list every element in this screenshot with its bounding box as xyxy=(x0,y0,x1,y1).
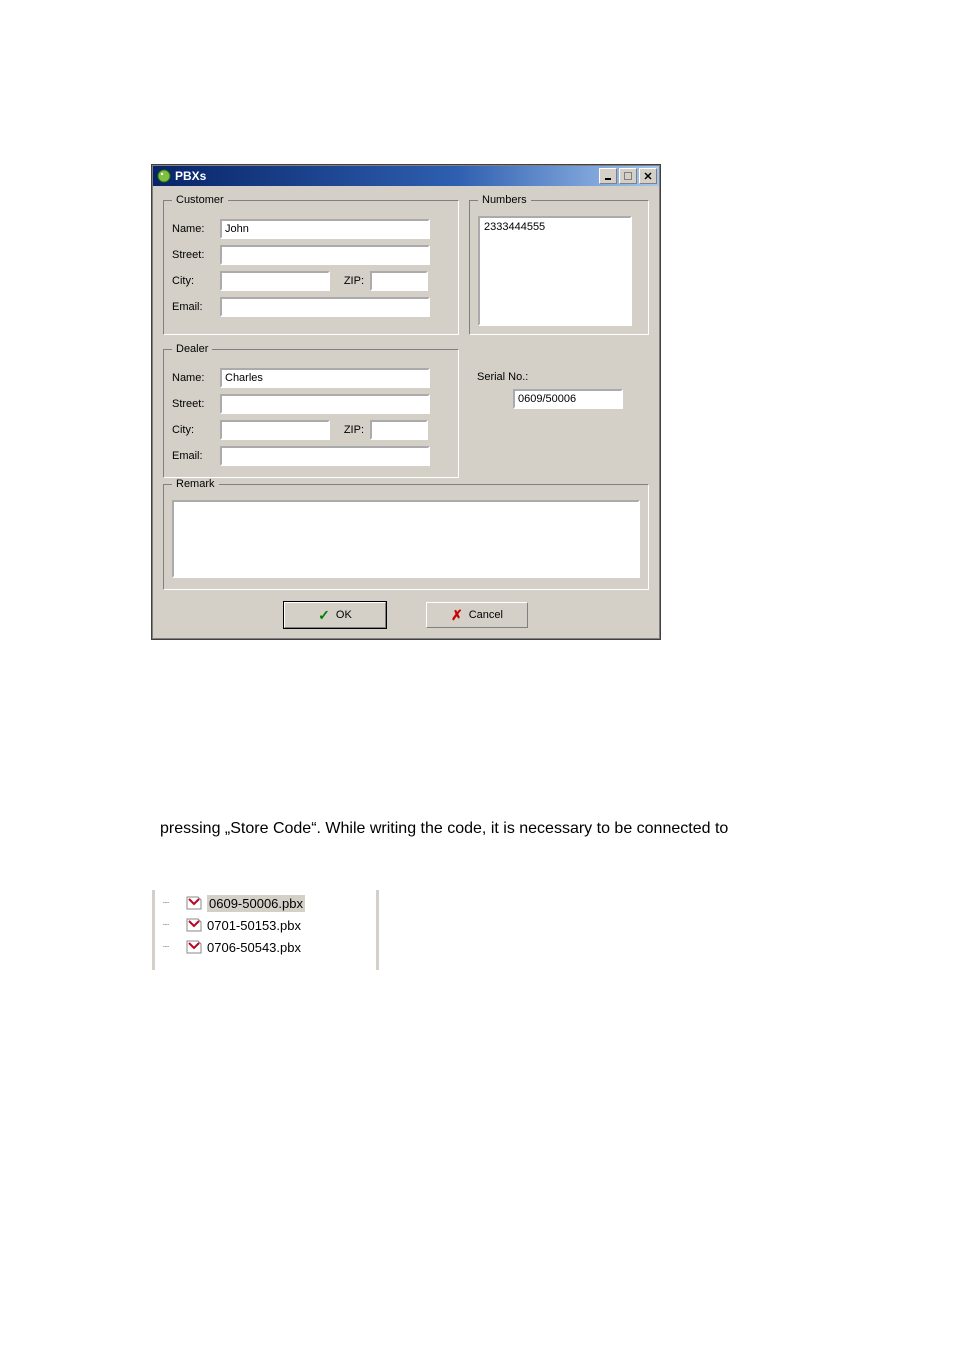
x-icon: ✗ xyxy=(451,607,463,624)
window-controls xyxy=(599,168,657,184)
customer-email-label: Email: xyxy=(172,301,214,313)
ok-button-label: OK xyxy=(336,609,352,621)
dealer-zip-input[interactable] xyxy=(370,420,428,440)
tree-item-label: 0609-50006.pbx xyxy=(207,895,305,912)
dealer-street-input[interactable] xyxy=(220,394,430,414)
page-body-text: pressing „Store Code“. While writing the… xyxy=(160,820,840,838)
pbx-file-icon xyxy=(185,895,203,911)
tree-item[interactable]: ┈ 0609-50006.pbx xyxy=(155,892,376,914)
customer-legend: Customer xyxy=(172,194,228,206)
serial-input[interactable] xyxy=(513,389,623,409)
serial-area: Serial No.: xyxy=(469,343,649,478)
pbx-file-icon xyxy=(185,917,203,933)
check-icon: ✓ xyxy=(318,607,330,624)
title-bar: PBXs xyxy=(153,166,659,186)
customer-name-label: Name: xyxy=(172,223,214,235)
tree-item-label: 0701-50153.pbx xyxy=(207,918,301,933)
tree-connector-icon: ┈ xyxy=(163,942,185,953)
customer-street-input[interactable] xyxy=(220,245,430,265)
dealer-zip-label: ZIP: xyxy=(336,424,364,436)
minimize-button[interactable] xyxy=(599,168,617,184)
serial-label: Serial No.: xyxy=(477,371,643,383)
maximize-button[interactable] xyxy=(619,168,637,184)
window-title: PBXs xyxy=(175,169,599,183)
cancel-button-label: Cancel xyxy=(469,609,503,621)
dealer-email-label: Email: xyxy=(172,450,214,462)
tree-connector-icon: ┈ xyxy=(163,920,185,931)
pbx-file-icon xyxy=(185,939,203,955)
numbers-list[interactable]: 2333444555 xyxy=(478,216,632,326)
tree-item-label: 0706-50543.pbx xyxy=(207,940,301,955)
tree-item[interactable]: ┈ 0701-50153.pbx xyxy=(155,914,376,936)
dealer-group: Dealer Name: Street: City: ZIP: xyxy=(163,343,459,478)
dealer-city-label: City: xyxy=(172,424,214,436)
pbxs-dialog: PBXs Customer Name: xyxy=(152,165,660,639)
dealer-street-label: Street: xyxy=(172,398,214,410)
remark-legend: Remark xyxy=(172,478,219,490)
remark-group: Remark xyxy=(163,478,649,590)
customer-email-input[interactable] xyxy=(220,297,430,317)
remark-textarea[interactable] xyxy=(172,500,640,578)
customer-city-label: City: xyxy=(172,275,214,287)
numbers-item[interactable]: 2333444555 xyxy=(482,220,628,234)
customer-name-input[interactable] xyxy=(220,219,430,239)
app-icon xyxy=(157,169,171,183)
dealer-email-input[interactable] xyxy=(220,446,430,466)
close-button[interactable] xyxy=(639,168,657,184)
dealer-city-input[interactable] xyxy=(220,420,330,440)
cancel-button[interactable]: ✗ Cancel xyxy=(426,602,528,628)
customer-zip-input[interactable] xyxy=(370,271,428,291)
dialog-button-row: ✓ OK ✗ Cancel xyxy=(163,602,649,628)
numbers-legend: Numbers xyxy=(478,194,531,206)
tree-snippet: ┈ 0609-50006.pbx ┈ 0701-50153.pbx ┈ xyxy=(152,890,379,970)
dealer-name-label: Name: xyxy=(172,372,214,384)
tree-connector-icon: ┈ xyxy=(163,898,185,909)
customer-city-input[interactable] xyxy=(220,271,330,291)
ok-button[interactable]: ✓ OK xyxy=(284,602,386,628)
dealer-legend: Dealer xyxy=(172,343,212,355)
numbers-group: Numbers 2333444555 xyxy=(469,194,649,335)
customer-zip-label: ZIP: xyxy=(336,275,364,287)
customer-group: Customer Name: Street: City: ZIP: xyxy=(163,194,459,335)
dealer-name-input[interactable] xyxy=(220,368,430,388)
customer-street-label: Street: xyxy=(172,249,214,261)
tree-item[interactable]: ┈ 0706-50543.pbx xyxy=(155,936,376,958)
